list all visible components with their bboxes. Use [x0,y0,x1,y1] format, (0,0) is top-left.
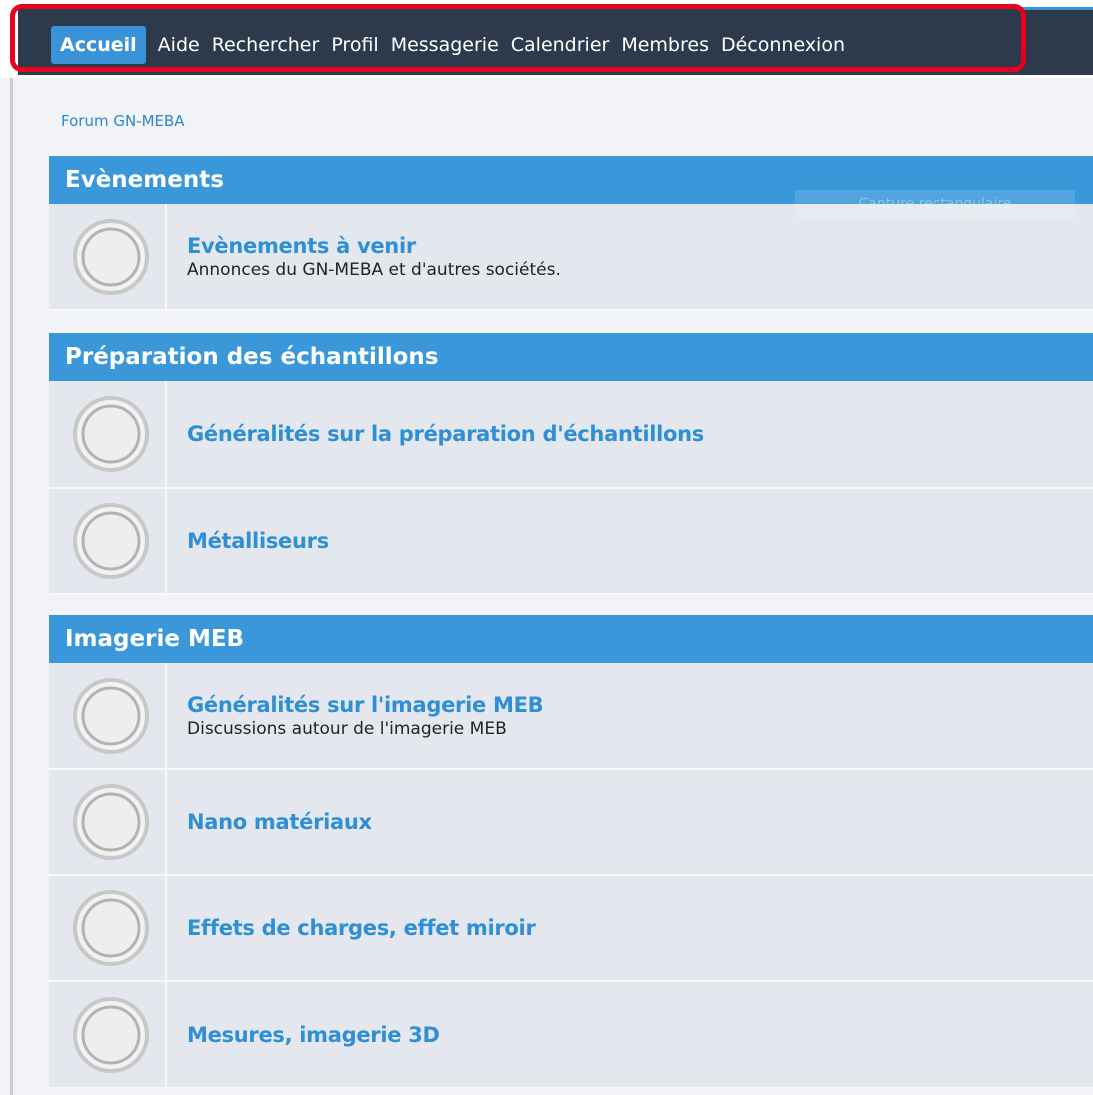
navbar-accent [1020,7,1093,10]
forum-title[interactable]: Nano matériaux [187,810,372,834]
forum-description: Annonces du GN-MEBA et d'autres sociétés… [187,259,561,280]
forum-text: Généralités sur la préparation d'échanti… [187,381,704,487]
category-header[interactable]: Imagerie MEB [49,615,1093,663]
forum-read-icon [73,890,149,966]
forum-description: Discussions autour de l'imagerie MEB [187,718,507,739]
forum-row[interactable]: Mesures, imagerie 3D [49,982,1093,1089]
forum-read-icon [73,784,149,860]
category-header[interactable]: Préparation des échantillons [49,333,1093,381]
nav-membres[interactable]: Membres [621,26,709,64]
forum-row[interactable]: Effets de charges, effet miroir [49,876,1093,982]
category-imagerie: Imagerie MEB Généralités sur l'imagerie … [49,615,1093,1089]
forum-icon-cell [49,489,167,593]
forum-text: Généralités sur l'imagerie MEB Discussio… [187,663,544,768]
forum-icon-cell [49,381,167,487]
forum-text: Evènements à venir Annonces du GN-MEBA e… [187,204,561,309]
nav-profil[interactable]: Profil [331,26,378,64]
nav-calendrier[interactable]: Calendrier [511,26,610,64]
forum-row[interactable]: Evènements à venir Annonces du GN-MEBA e… [49,204,1093,311]
forum-title[interactable]: Effets de charges, effet miroir [187,916,536,940]
nav-accueil[interactable]: Accueil [51,26,146,64]
nav-deconnexion[interactable]: Déconnexion [721,26,845,64]
forum-read-icon [73,396,149,472]
forum-icon-cell [49,663,167,768]
forum-text: Effets de charges, effet miroir [187,876,536,980]
forum-title[interactable]: Généralités sur la préparation d'échanti… [187,422,704,446]
forum-title[interactable]: Evènements à venir [187,234,561,258]
forum-read-icon [73,218,149,295]
category-evenements: Evènements Evènements à venir Annonces d… [49,156,1093,311]
forum-icon-cell [49,876,167,980]
forum-read-icon [73,677,149,754]
nav-aide[interactable]: Aide [158,26,200,64]
forum-row[interactable]: Généralités sur l'imagerie MEB Discussio… [49,663,1093,770]
forum-text: Métalliseurs [187,489,329,593]
forum-icon-cell [49,770,167,874]
nav-menu: Accueil Aide Rechercher Profil Messageri… [51,26,845,64]
nav-rechercher[interactable]: Rechercher [212,26,320,64]
forum-row[interactable]: Généralités sur la préparation d'échanti… [49,381,1093,489]
forum-title[interactable]: Métalliseurs [187,529,329,553]
forum-row[interactable]: Métalliseurs [49,489,1093,595]
forum-read-icon [73,996,149,1073]
category-preparation: Préparation des échantillons Généralités… [49,333,1093,595]
forum-icon-cell [49,204,167,309]
forum-title[interactable]: Mesures, imagerie 3D [187,1023,440,1047]
forum-icon-cell [49,982,167,1087]
breadcrumb[interactable]: Forum GN-MEBA [61,112,185,130]
forum-text: Mesures, imagerie 3D [187,982,440,1087]
nav-messagerie[interactable]: Messagerie [391,26,499,64]
forum-read-icon [73,503,149,579]
forum-text: Nano matériaux [187,770,372,874]
forum-title[interactable]: Généralités sur l'imagerie MEB [187,693,544,717]
page-left-border [10,78,13,1095]
forum-row[interactable]: Nano matériaux [49,770,1093,876]
capture-overlay-label: Capture rectangulaire [795,190,1075,218]
